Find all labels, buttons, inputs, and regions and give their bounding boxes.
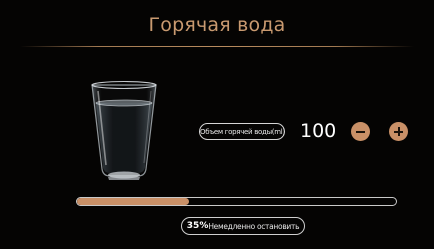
volume-label: Объем горячей воды(ml) [199, 123, 285, 140]
stop-now-button[interactable]: 35% Немедленно остановить [181, 217, 305, 235]
decrease-volume-button[interactable] [351, 122, 370, 141]
minus-icon [356, 130, 365, 133]
progress-fill [77, 198, 189, 205]
progress-bar [76, 197, 397, 206]
stop-now-label: Немедленно остановить [208, 221, 300, 231]
volume-value: 100 [300, 120, 337, 142]
progress-percent: 35% [186, 221, 209, 231]
increase-volume-button[interactable] [389, 122, 408, 141]
hot-water-screen: Горячая вода Объем горячей воды(ml) 100 … [0, 0, 434, 249]
page-title: Горячая вода [148, 14, 286, 36]
glass-of-water-icon [91, 80, 157, 180]
header-divider [20, 46, 414, 47]
